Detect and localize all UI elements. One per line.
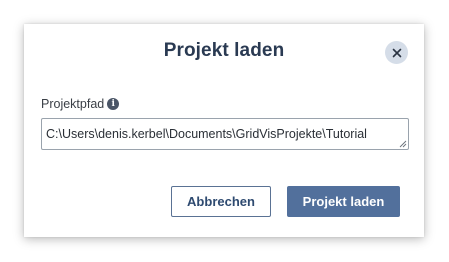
project-path-input[interactable]: C:\Users\denis.kerbel\Documents\GridVisP…	[41, 118, 409, 150]
project-path-label-row: Projektpfad i	[41, 97, 120, 111]
close-button[interactable]	[385, 41, 408, 64]
resize-grip-icon[interactable]	[399, 140, 407, 148]
close-icon	[392, 48, 401, 57]
load-project-button[interactable]: Projekt laden	[287, 186, 400, 217]
project-path-value: C:\Users\denis.kerbel\Documents\GridVisP…	[46, 127, 367, 141]
load-project-dialog: Projekt laden Projektpfad i C:\Users\den…	[24, 24, 424, 237]
info-icon[interactable]: i	[107, 98, 120, 110]
project-path-label: Projektpfad	[41, 97, 105, 111]
cancel-button[interactable]: Abbrechen	[171, 186, 271, 217]
dialog-title: Projekt laden	[163, 40, 285, 61]
